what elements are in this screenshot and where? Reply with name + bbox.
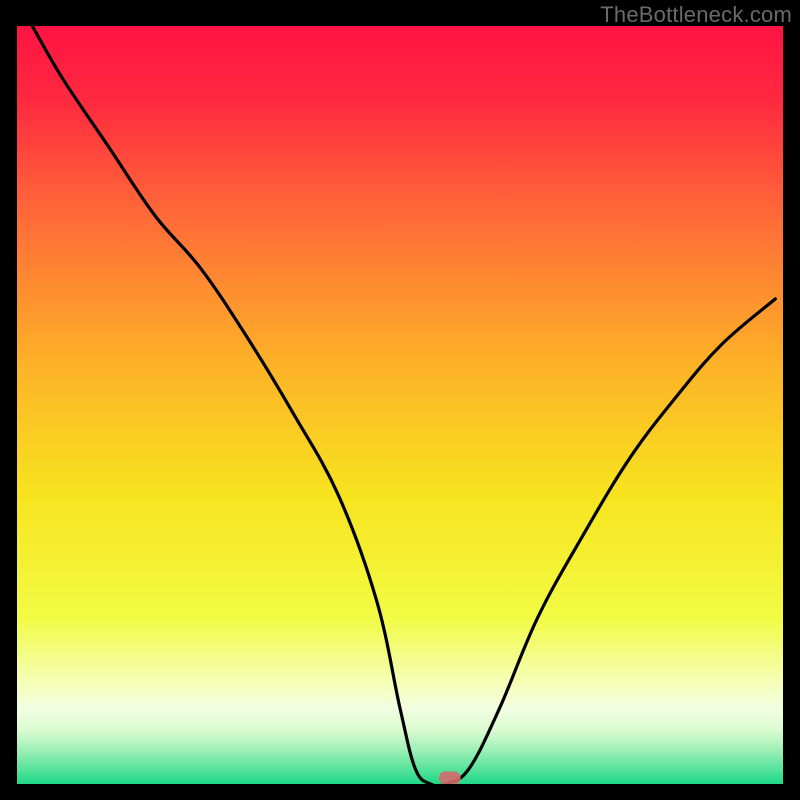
watermark-text: TheBottleneck.com (600, 2, 792, 28)
chart-stage: TheBottleneck.com (0, 0, 800, 800)
optimal-marker-icon (17, 26, 783, 784)
plot-area (17, 26, 783, 784)
